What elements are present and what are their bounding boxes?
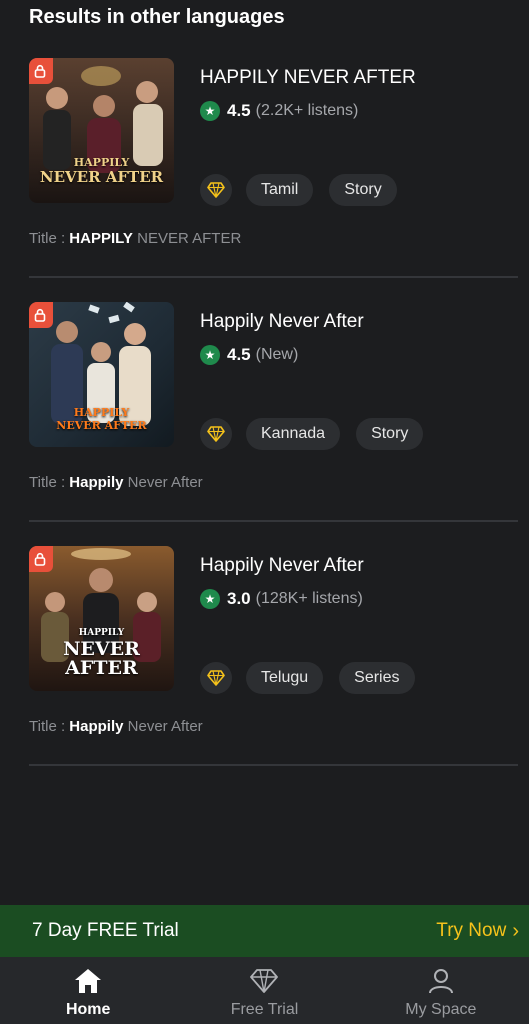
rating-value: 4.5 — [227, 345, 251, 364]
divider — [29, 520, 518, 522]
cover-title-line1: HAPPILY — [73, 406, 130, 419]
result-card[interactable]: HAPPILY NEVER AFTER HAPPILY NEVER AFTER … — [29, 58, 518, 302]
diamond-icon — [250, 969, 279, 993]
lock-icon — [29, 58, 53, 84]
try-now-label: Try Now — [436, 920, 507, 941]
cover-image[interactable]: HAPPILY NEVER AFTER — [29, 58, 174, 203]
listens-count: (128K+ listens) — [255, 590, 363, 607]
cover-title-line2: NEVER AFTER — [39, 168, 164, 186]
format-tag[interactable]: Story — [329, 174, 397, 206]
language-tag[interactable]: Kannada — [246, 418, 341, 450]
title-label: Title : — [29, 474, 70, 491]
nav-my-space-label: My Space — [405, 1001, 477, 1018]
star-icon: ★ — [200, 345, 220, 365]
star-icon: ★ — [200, 101, 220, 121]
title-rest: Never After — [123, 474, 203, 491]
try-now-button[interactable]: Try Now › — [436, 920, 519, 943]
title-highlight: Happily — [69, 718, 124, 735]
lock-icon — [29, 546, 53, 572]
cover-title-line2: NEVER AFTER — [63, 638, 140, 679]
language-tag[interactable]: Tamil — [246, 174, 314, 206]
format-tag[interactable]: Series — [339, 662, 415, 694]
title-match-line: Title : Happily Never After — [29, 718, 203, 735]
language-tag[interactable]: Telugu — [246, 662, 324, 694]
home-icon — [75, 969, 102, 993]
nav-home[interactable]: Home — [0, 957, 176, 1024]
star-icon: ★ — [200, 589, 220, 609]
result-name[interactable]: Happily Never After — [200, 311, 518, 333]
nav-home-label: Home — [65, 1001, 111, 1018]
result-card[interactable]: HAPPILY NEVER AFTER Happily Never After … — [29, 546, 518, 790]
cover-image[interactable]: HAPPILY NEVER AFTER — [29, 546, 174, 691]
listens-count: (2.2K+ listens) — [255, 102, 359, 119]
result-name[interactable]: Happily Never After — [200, 555, 518, 577]
divider — [29, 276, 518, 278]
title-rest: Never After — [123, 718, 203, 735]
cover-image[interactable]: HAPPILY NEVER AFTER — [29, 302, 174, 447]
results-heading: Results in other languages — [29, 6, 285, 28]
free-trial-banner[interactable]: 7 Day FREE Trial Try Now › — [0, 905, 529, 957]
cover-title-line1: HAPPILY — [78, 628, 125, 638]
rating-value: 3.0 — [227, 589, 251, 608]
result-card[interactable]: HAPPILY NEVER AFTER Happily Never After … — [29, 302, 518, 546]
title-highlight: HAPPILY — [69, 230, 133, 247]
title-match-line: Title : Happily Never After — [29, 474, 203, 491]
title-highlight: Happily — [69, 474, 124, 491]
premium-gem-icon — [200, 418, 232, 450]
rating-value: 4.5 — [227, 101, 251, 120]
title-match-line: Title : HAPPILY NEVER AFTER — [29, 230, 241, 247]
cover-title-line2: NEVER AFTER — [56, 419, 147, 432]
title-rest: NEVER AFTER — [132, 230, 242, 247]
result-name[interactable]: HAPPILY NEVER AFTER — [200, 67, 518, 89]
divider — [29, 764, 518, 766]
title-label: Title : — [29, 718, 70, 735]
title-label: Title : — [29, 230, 70, 247]
nav-free-trial[interactable]: Free Trial — [176, 957, 352, 1024]
nav-my-space[interactable]: My Space — [353, 957, 529, 1024]
listens-count: (New) — [255, 346, 299, 363]
nav-free-trial-label: Free Trial — [230, 1001, 299, 1018]
bottom-navigation: Home Free Trial My Space — [0, 957, 529, 1024]
format-tag[interactable]: Story — [356, 418, 424, 450]
premium-gem-icon — [200, 174, 232, 206]
chevron-right-icon: › — [512, 919, 519, 942]
trial-banner-text: 7 Day FREE Trial — [32, 920, 179, 941]
lock-icon — [29, 302, 53, 328]
user-icon — [428, 969, 453, 994]
premium-gem-icon — [200, 662, 232, 694]
